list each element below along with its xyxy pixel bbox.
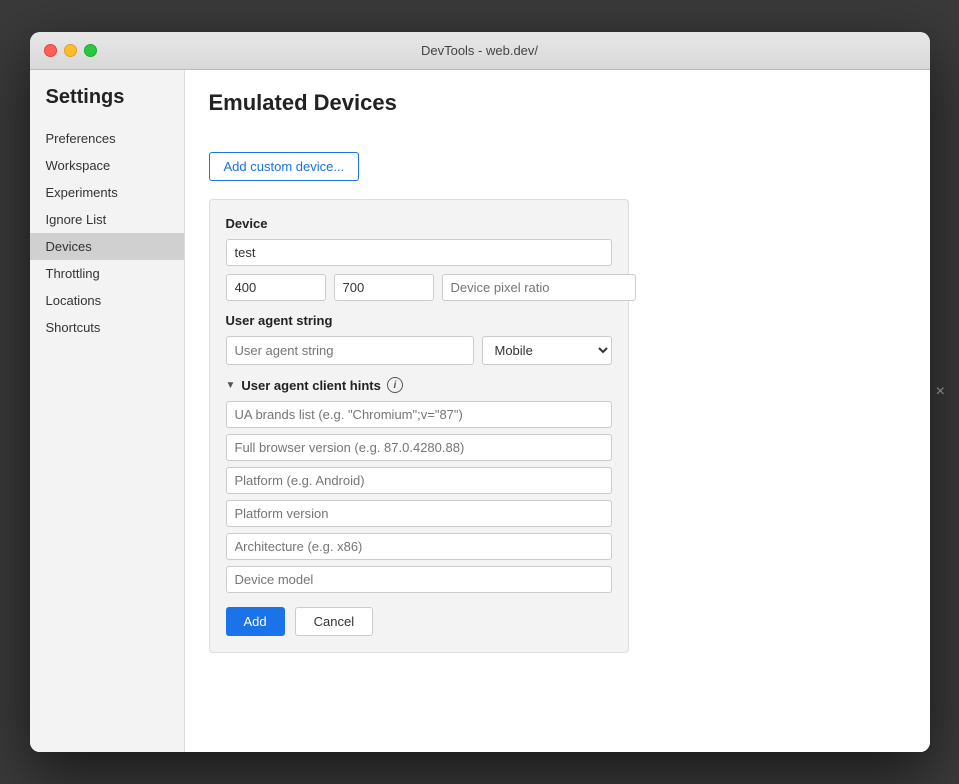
sidebar-item-devices[interactable]: Devices (30, 233, 184, 260)
traffic-lights (44, 44, 97, 57)
architecture-input[interactable] (226, 533, 612, 560)
platform-version-input[interactable] (226, 500, 612, 527)
info-icon: i (387, 377, 403, 393)
sidebar-item-shortcuts[interactable]: Shortcuts (30, 314, 184, 341)
add-custom-device-button[interactable]: Add custom device... (209, 152, 360, 181)
full-browser-version-input[interactable] (226, 434, 612, 461)
sidebar-item-experiments[interactable]: Experiments (30, 179, 184, 206)
minimize-traffic-light[interactable] (64, 44, 77, 57)
dimensions-row (226, 274, 612, 301)
maximize-traffic-light[interactable] (84, 44, 97, 57)
pixel-ratio-input[interactable] (442, 274, 636, 301)
device-name-input[interactable] (226, 239, 612, 266)
add-button[interactable]: Add (226, 607, 285, 636)
cancel-button[interactable]: Cancel (295, 607, 373, 636)
platform-input[interactable] (226, 467, 612, 494)
client-hints-header[interactable]: ▼ User agent client hints i (226, 377, 612, 393)
titlebar: DevTools - web.dev/ (30, 32, 930, 70)
ua-section-label: User agent string (226, 313, 612, 328)
ua-row: Mobile Desktop Tablet (226, 336, 612, 365)
ua-string-input[interactable] (226, 336, 474, 365)
sidebar-item-locations[interactable]: Locations (30, 287, 184, 314)
client-hints-label: User agent client hints (241, 378, 380, 393)
ua-brands-input[interactable] (226, 401, 612, 428)
main-title: Emulated Devices (209, 90, 397, 116)
sidebar-item-throttling[interactable]: Throttling (30, 260, 184, 287)
sidebar-item-preferences[interactable]: Preferences (30, 125, 184, 152)
main-content: Emulated Devices × Add custom device... … (185, 70, 930, 752)
hints-list (226, 401, 612, 593)
main-window: DevTools - web.dev/ Settings Preferences… (30, 32, 930, 752)
sidebar-title: Settings (30, 86, 184, 125)
form-actions: Add Cancel (226, 607, 612, 636)
sidebar-item-ignore-list[interactable]: Ignore List (30, 206, 184, 233)
ua-type-select[interactable]: Mobile Desktop Tablet (482, 336, 612, 365)
sidebar: Settings Preferences Workspace Experimen… (30, 70, 185, 752)
width-input[interactable] (226, 274, 326, 301)
chevron-down-icon: ▼ (226, 380, 236, 391)
sidebar-item-workspace[interactable]: Workspace (30, 152, 184, 179)
window-body: Settings Preferences Workspace Experimen… (30, 70, 930, 752)
device-model-input[interactable] (226, 566, 612, 593)
window-title: DevTools - web.dev/ (421, 43, 538, 58)
device-form: Device User agent string Mobile Desktop … (209, 199, 629, 653)
close-traffic-light[interactable] (44, 44, 57, 57)
device-section-label: Device (226, 216, 612, 231)
height-input[interactable] (334, 274, 434, 301)
